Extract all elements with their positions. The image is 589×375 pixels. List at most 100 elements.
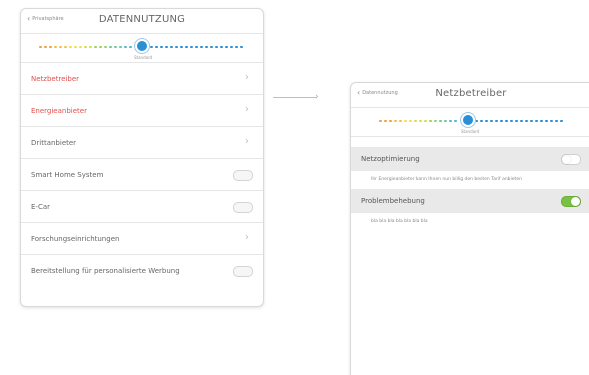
slider-step-dot: [490, 120, 493, 122]
slider-step-dot: [114, 46, 117, 48]
slider-step-dot: [59, 46, 62, 48]
toggle-switch[interactable]: [561, 154, 581, 165]
slider-step-dot: [515, 120, 518, 122]
slider-step-dot: [210, 46, 213, 48]
slider-step-dot: [480, 120, 483, 122]
list-item-label: Smart Home System: [31, 170, 104, 179]
slider-step-dot: [560, 120, 563, 122]
slider-step-dot: [39, 46, 42, 48]
toggle-switch[interactable]: [233, 266, 253, 277]
chevron-right-icon: ›: [245, 136, 249, 147]
setting-description: bla bla bla bla bla bla bla: [371, 219, 428, 224]
slider-knob[interactable]: [461, 113, 475, 127]
datennutzung-screen: ‹ Privatsphäre DATENNUTZUNG Standard Net…: [20, 8, 264, 307]
slider-knob[interactable]: [135, 39, 149, 53]
header: ‹ Datennutzung Netzbetreiber: [351, 83, 589, 108]
slider-step-dot: [79, 46, 82, 48]
slider-step-dot: [49, 46, 52, 48]
setting-row: Problembehebung: [351, 189, 589, 213]
slider-step-dot: [404, 120, 407, 122]
slider-step-dot: [99, 46, 102, 48]
slider-step-dot: [150, 46, 153, 48]
slider-step-dot: [160, 46, 163, 48]
slider-step-dot: [104, 46, 107, 48]
slider-step-dot: [69, 46, 72, 48]
list-item[interactable]: Forschungseinrichtungen ›: [21, 223, 263, 255]
list-item[interactable]: Bereitstellung für personalisierte Werbu…: [21, 255, 263, 286]
slider-step-dot: [449, 120, 452, 122]
slider-step-dot: [535, 120, 538, 122]
slider-step-dot: [419, 120, 422, 122]
slider-step-dot: [424, 120, 427, 122]
chevron-right-icon: ›: [245, 72, 249, 83]
list-item-label: Drittanbieter: [31, 138, 77, 147]
page-title: Netzbetreiber: [435, 88, 507, 99]
slider-step-dot: [84, 46, 87, 48]
slider-step-dot: [109, 46, 112, 48]
slider-step-dot: [200, 46, 203, 48]
slider-step-dot: [195, 46, 198, 48]
slider-step-dot: [44, 46, 47, 48]
slider-step-dot: [230, 46, 233, 48]
list-item[interactable]: Smart Home System: [21, 159, 263, 191]
slider-step-dot: [475, 120, 478, 122]
slider-step-dot: [444, 120, 447, 122]
toggle-knob: [562, 155, 571, 164]
list-item[interactable]: E-Car: [21, 191, 263, 223]
toggle-switch[interactable]: [233, 202, 253, 213]
slider-step-dot: [235, 46, 238, 48]
page-title: DATENNUTZUNG: [98, 14, 186, 25]
slider-step-dot: [540, 120, 543, 122]
list-item-label: Netzbetreiber: [31, 74, 80, 83]
slider-step-dot: [225, 46, 228, 48]
slider-step-dot: [409, 120, 412, 122]
setting-row: Netzoptimierung: [351, 147, 589, 171]
slider-step-dot: [119, 46, 122, 48]
slider-label: Standard: [134, 55, 153, 60]
slider-step-dot: [124, 46, 127, 48]
slider-step-dot: [505, 120, 508, 122]
privacy-level-slider[interactable]: Standard: [21, 34, 263, 63]
slider-step-dot: [429, 120, 432, 122]
slider-step-dot: [220, 46, 223, 48]
slider-step-dot: [170, 46, 173, 48]
header: ‹ Privatsphäre DATENNUTZUNG: [21, 9, 263, 34]
settings-list: Netzoptimierung Ihr Energieanbieter kann …: [351, 147, 589, 231]
slider-step-dot: [155, 46, 158, 48]
slider-step-dot: [190, 46, 193, 48]
slider-step-dot: [165, 46, 168, 48]
list-item-label: E-Car: [31, 202, 51, 211]
toggle-switch[interactable]: [233, 170, 253, 181]
slider-step-dot: [439, 120, 442, 122]
setting-label: Problembehebung: [361, 197, 425, 205]
list-item[interactable]: Energieanbieter ›: [21, 95, 263, 127]
slider-step-dot: [555, 120, 558, 122]
slider-step-dot: [485, 120, 488, 122]
slider-step-dot: [185, 46, 188, 48]
slider-step-dot: [215, 46, 218, 48]
slider-step-dot: [180, 46, 183, 48]
slider-step-dot: [500, 120, 503, 122]
slider-step-dot: [94, 46, 97, 48]
slider-step-dot: [414, 120, 417, 122]
slider-step-dot: [54, 46, 57, 48]
slider-step-dot: [520, 120, 523, 122]
slider-step-dot: [175, 46, 178, 48]
slider-step-dot: [379, 120, 382, 122]
flow-connector-line: [273, 97, 317, 98]
slider-step-dot: [399, 120, 402, 122]
slider-step-dot: [205, 46, 208, 48]
list-item-label: Bereitstellung für personalisierte Werbu…: [31, 266, 180, 275]
slider-step-dot: [389, 120, 392, 122]
list-item[interactable]: Netzbetreiber ›: [21, 63, 263, 95]
slider-step-dot: [240, 46, 243, 48]
list-item[interactable]: Drittanbieter ›: [21, 127, 263, 159]
netzbetreiber-screen: ‹ Datennutzung Netzbetreiber Standard Ne…: [350, 82, 589, 375]
slider-step-dot: [384, 120, 387, 122]
slider-step-dot: [89, 46, 92, 48]
list-item-label: Forschungseinrichtungen: [31, 234, 120, 243]
privacy-level-slider[interactable]: Standard: [351, 108, 589, 137]
slider-step-dot: [454, 120, 457, 122]
toggle-switch[interactable]: [561, 196, 581, 207]
